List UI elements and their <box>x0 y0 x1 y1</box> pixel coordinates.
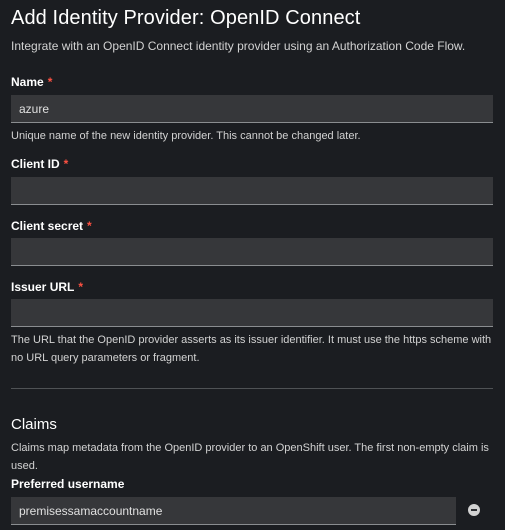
preferred-username-input[interactable] <box>11 497 456 525</box>
required-marker: * <box>47 75 53 89</box>
issuer-url-help-text: The URL that the OpenID provider asserts… <box>11 334 492 364</box>
remove-preferred-username-button[interactable] <box>466 502 482 518</box>
issuer-url-label-text: Issuer URL <box>11 280 75 294</box>
name-label: Name * <box>11 75 52 89</box>
page-subtitle: Integrate with an OpenID Connect identit… <box>11 39 466 53</box>
add-identity-provider-page: Add Identity Provider: OpenID Connect In… <box>0 0 505 530</box>
minus-circle-icon <box>466 502 482 518</box>
claims-section-title: Claims <box>11 416 57 433</box>
required-marker: * <box>78 280 84 294</box>
client-id-label-text: Client ID <box>11 157 60 171</box>
required-marker: * <box>87 219 92 233</box>
client-id-input[interactable] <box>11 177 493 205</box>
name-label-text: Name <box>11 75 44 89</box>
client-secret-label: Client secret * <box>11 219 92 233</box>
name-input[interactable] <box>11 95 493 123</box>
client-secret-input[interactable] <box>11 238 493 266</box>
page-title: Add Identity Provider: OpenID Connect <box>11 7 361 29</box>
client-id-label: Client ID * <box>11 157 68 171</box>
preferred-username-label: Preferred username <box>11 477 125 491</box>
client-secret-label-text: Client secret <box>11 219 84 233</box>
name-help-text: Unique name of the new identity provider… <box>11 130 361 142</box>
required-marker: * <box>63 157 69 171</box>
issuer-url-input[interactable] <box>11 299 493 327</box>
claims-description: Claims map metadata from the OpenID prov… <box>11 442 489 472</box>
section-divider <box>11 388 493 389</box>
issuer-url-label: Issuer URL * <box>11 280 83 294</box>
